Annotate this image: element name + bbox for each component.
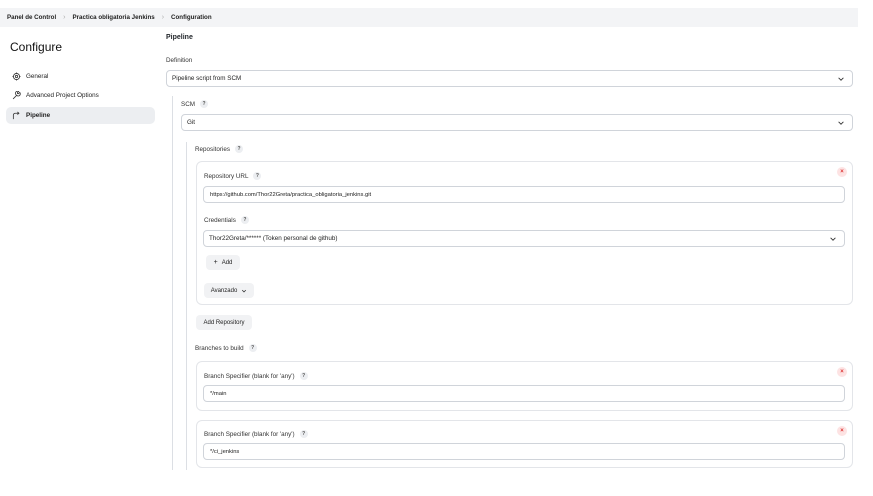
advanced-button-label: Avanzado bbox=[210, 287, 238, 294]
chevron-down-icon bbox=[836, 74, 846, 84]
credentials-label: Credentials ? bbox=[204, 216, 249, 224]
repositories-label: Repositories ? bbox=[195, 145, 243, 153]
plus-icon: + bbox=[213, 259, 218, 266]
breadcrumb-separator: › bbox=[161, 14, 165, 21]
help-icon[interactable]: ? bbox=[253, 172, 262, 180]
chevron-down-icon bbox=[828, 234, 838, 244]
branches-to-build-label: Branches to build ? bbox=[195, 344, 257, 352]
help-icon[interactable]: ? bbox=[248, 344, 257, 352]
branches-to-build-label-text: Branches to build bbox=[195, 344, 244, 352]
definition-label-text: Definition bbox=[166, 57, 193, 64]
sidebar-item-label: General bbox=[26, 73, 49, 80]
branch-specifier-input[interactable]: */main bbox=[203, 385, 845, 402]
branch-specifier-label-text: Branch Specifier (blank for 'any') bbox=[204, 430, 295, 438]
sidebar-item-label: Pipeline bbox=[26, 112, 51, 119]
scm-label: SCM ? bbox=[181, 100, 208, 108]
help-icon[interactable]: ? bbox=[200, 100, 208, 108]
scm-select-value: Git bbox=[187, 119, 196, 126]
sidebar-item-label: Advanced Project Options bbox=[26, 92, 99, 99]
definition-label: Definition bbox=[166, 57, 192, 64]
sidebar-item-advanced-project-options[interactable]: Advanced Project Options bbox=[6, 87, 155, 104]
branch-specifier-label-text: Branch Specifier (blank for 'any') bbox=[204, 372, 295, 380]
wrench-icon bbox=[11, 91, 21, 101]
repository-url-label-text: Repository URL bbox=[204, 172, 249, 180]
help-icon[interactable]: ? bbox=[240, 216, 249, 224]
add-credentials-button[interactable]: + Add bbox=[206, 255, 240, 270]
section-title-pipeline: Pipeline bbox=[166, 34, 193, 41]
advanced-button[interactable]: Avanzado bbox=[204, 283, 254, 298]
scm-indent-line bbox=[172, 96, 173, 470]
gear-icon bbox=[11, 72, 21, 82]
add-repository-button[interactable]: Add Repository bbox=[196, 315, 252, 330]
branch-specifier-label: Branch Specifier (blank for 'any') ? bbox=[204, 372, 308, 380]
help-icon[interactable]: ? bbox=[235, 145, 243, 153]
pipeline-icon bbox=[11, 111, 21, 121]
close-icon[interactable]: × bbox=[837, 426, 847, 436]
branch-specifier-input[interactable]: */ci_jenkins bbox=[203, 443, 845, 460]
sidebar-title: Configure bbox=[10, 40, 63, 54]
definition-select[interactable]: Pipeline script from SCM bbox=[166, 70, 853, 87]
sidebar-item-general[interactable]: General bbox=[6, 68, 155, 85]
breadcrumb-project[interactable]: Practica obligatoria Jenkins bbox=[73, 14, 155, 21]
chevron-down-icon bbox=[836, 118, 846, 128]
credentials-label-text: Credentials bbox=[204, 216, 236, 224]
help-icon[interactable]: ? bbox=[299, 430, 308, 438]
branch-specifier-label: Branch Specifier (blank for 'any') ? bbox=[204, 430, 308, 438]
credentials-select-value: Thor22Greta/****** (Token personal de gi… bbox=[209, 235, 338, 242]
sidebar-item-pipeline[interactable]: Pipeline bbox=[6, 107, 155, 124]
definition-select-value: Pipeline script from SCM bbox=[172, 75, 242, 82]
scm-label-text: SCM bbox=[181, 100, 195, 108]
help-icon[interactable]: ? bbox=[299, 372, 308, 380]
repository-url-label: Repository URL ? bbox=[204, 172, 262, 180]
credentials-select[interactable]: Thor22Greta/****** (Token personal de gi… bbox=[203, 230, 845, 247]
breadcrumb-configuration[interactable]: Configuration bbox=[171, 14, 212, 21]
scm-select[interactable]: Git bbox=[181, 114, 853, 131]
repositories-label-text: Repositories bbox=[195, 145, 230, 153]
repository-url-input[interactable]: https://github.com/Thor22Greta/practica_… bbox=[203, 186, 845, 203]
chevron-down-icon bbox=[241, 288, 247, 294]
close-icon[interactable]: × bbox=[837, 367, 847, 377]
breadcrumb: Panel de Control › Practica obligatoria … bbox=[0, 8, 858, 27]
add-button-label: Add bbox=[221, 259, 233, 266]
breadcrumb-separator: › bbox=[63, 14, 66, 21]
close-icon[interactable]: × bbox=[837, 167, 847, 177]
breadcrumb-dashboard[interactable]: Panel de Control bbox=[7, 14, 56, 21]
git-indent-line bbox=[186, 142, 187, 470]
